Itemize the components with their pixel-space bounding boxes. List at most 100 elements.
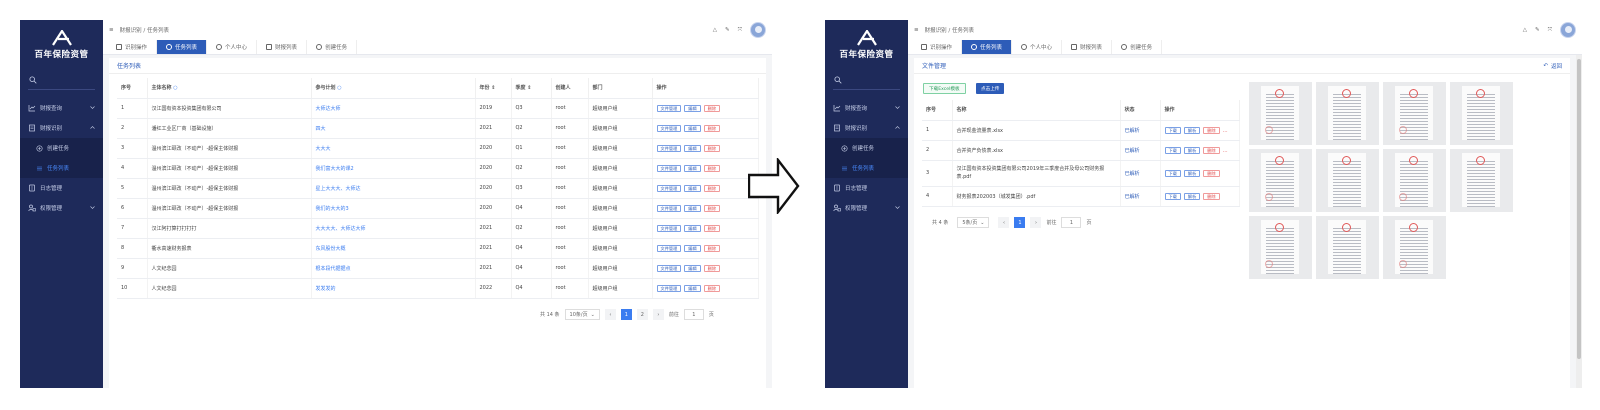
delete-button[interactable]: 删除	[703, 124, 721, 132]
delete-button[interactable]: 删除	[1203, 169, 1220, 177]
download-button[interactable]: 下载	[1164, 192, 1181, 200]
back-button[interactable]: ↶ 返回	[1543, 62, 1562, 70]
column-header-quarter[interactable]: 季度 ⇕	[511, 78, 552, 99]
tab-create-task[interactable]: 创建任务	[1112, 40, 1163, 54]
download-excel-template-button[interactable]: 下载Excel模板	[923, 83, 966, 94]
hamburger-icon[interactable]: ≡	[109, 27, 114, 33]
tab-report-list[interactable]: 财报列表	[1062, 40, 1113, 54]
avatar[interactable]	[1560, 22, 1576, 38]
sidebar-item-report-query[interactable]: 财报查询	[825, 98, 908, 118]
sidebar-item-log-management[interactable]: 日志管理	[20, 178, 103, 198]
table-cell[interactable]: 大师达大师	[311, 98, 476, 119]
search-icon[interactable]: ○	[173, 85, 177, 91]
file-management-button[interactable]: 文件管理	[656, 264, 682, 272]
logo[interactable]: 百年保险资管	[825, 20, 908, 70]
file-management-button[interactable]: 文件管理	[656, 224, 682, 232]
tab-personal-center[interactable]: 个人中心	[207, 40, 258, 54]
edit-button[interactable]: 编辑	[684, 164, 701, 172]
parse-button[interactable]: 解析	[1183, 169, 1201, 177]
file-management-button[interactable]: 文件管理	[656, 164, 682, 172]
sidebar-item-report-recognition[interactable]: 财报识别	[825, 118, 908, 138]
scrollbar[interactable]	[1576, 55, 1582, 388]
sidebar-item-log-management[interactable]: 日志管理	[825, 178, 908, 198]
sort-icon[interactable]: ⇕	[527, 85, 531, 91]
parse-button[interactable]: 解析	[1183, 126, 1201, 134]
file-management-button[interactable]: 文件管理	[656, 204, 682, 212]
hamburger-icon[interactable]: ≡	[914, 27, 919, 33]
delete-button[interactable]: 删除	[703, 164, 721, 172]
document-page-thumbnail[interactable]	[1249, 82, 1312, 145]
document-page-thumbnail[interactable]	[1316, 216, 1379, 279]
delete-button[interactable]: 删除	[703, 224, 721, 232]
parse-button[interactable]: 解析	[1183, 146, 1201, 154]
tab-create-task[interactable]: 创建任务	[307, 40, 358, 54]
sidebar-item-task-list[interactable]: 任务列表	[20, 158, 103, 178]
sidebar-item-permission-management[interactable]: 权限管理	[20, 198, 103, 218]
document-page-thumbnail[interactable]	[1249, 149, 1312, 212]
document-page-thumbnail[interactable]	[1316, 82, 1379, 145]
sidebar-item-task-list[interactable]: 任务列表	[825, 158, 908, 178]
column-header-year[interactable]: 年份 ⇕	[475, 78, 512, 99]
sidebar-item-report-query[interactable]: 财报查询	[20, 98, 103, 118]
download-button[interactable]: 下载	[1164, 169, 1181, 177]
edit-button[interactable]: 编辑	[684, 104, 701, 112]
fullscreen-icon[interactable]: ⤧	[738, 27, 742, 34]
page-button-2[interactable]: 2	[636, 309, 648, 320]
sidebar-item-create-task[interactable]: 创建任务	[20, 138, 103, 158]
delete-button[interactable]: 删除	[703, 284, 721, 292]
tab-task-list[interactable]: 任务列表	[962, 40, 1013, 54]
sidebar-item-report-recognition[interactable]: 财报识别	[20, 118, 103, 138]
sort-icon[interactable]: ⇕	[491, 85, 495, 91]
goto-page-input[interactable]: 1	[683, 309, 704, 320]
page-button-1[interactable]: 1	[620, 309, 632, 320]
download-button[interactable]: 下载	[1164, 126, 1181, 134]
prev-page-button[interactable]: ‹	[604, 309, 616, 320]
tab-recognition[interactable]: 识别操作	[912, 40, 963, 54]
next-page-button[interactable]: ›	[652, 309, 664, 320]
document-page-thumbnail[interactable]	[1383, 149, 1446, 212]
bell-icon[interactable]: △	[1523, 27, 1527, 33]
table-cell[interactable]: 我们富大大的课2	[311, 158, 476, 179]
file-management-button[interactable]: 文件管理	[656, 124, 682, 132]
delete-button[interactable]: 删除	[1203, 192, 1220, 200]
sidebar-search-input[interactable]	[28, 74, 95, 90]
upload-button[interactable]: 点击上传	[976, 83, 1005, 94]
edit-button[interactable]: 编辑	[684, 264, 701, 272]
file-management-button[interactable]: 文件管理	[656, 284, 682, 292]
bell-icon[interactable]: △	[713, 27, 717, 33]
tab-report-list[interactable]: 财报列表	[257, 40, 308, 54]
scrollbar-thumb[interactable]	[1577, 59, 1581, 359]
edit-button[interactable]: 编辑	[684, 224, 701, 232]
delete-button[interactable]: 删除	[703, 144, 721, 152]
delete-button[interactable]: 删除	[703, 244, 721, 252]
document-page-thumbnail[interactable]	[1450, 82, 1513, 145]
wrench-icon[interactable]: ✎	[1535, 27, 1540, 33]
document-page-thumbnail[interactable]	[1249, 216, 1312, 279]
sidebar-item-permission-management[interactable]: 权限管理	[825, 198, 908, 218]
tab-personal-center[interactable]: 个人中心	[1012, 40, 1063, 54]
table-cell[interactable]: 大大大	[311, 138, 476, 159]
goto-page-input[interactable]: 1	[1061, 217, 1082, 228]
table-cell[interactable]: 发发发的	[311, 278, 476, 299]
edit-button[interactable]: 编辑	[684, 144, 701, 152]
page-button-1[interactable]: 1	[1014, 217, 1026, 228]
edit-button[interactable]: 编辑	[684, 124, 701, 132]
page-size-select[interactable]: 5条/页 ⌄	[957, 217, 990, 228]
document-page-thumbnail[interactable]	[1383, 216, 1446, 279]
page-size-select[interactable]: 10条/页 ⌄	[564, 309, 600, 320]
sidebar-item-create-task[interactable]: 创建任务	[825, 138, 908, 158]
edit-button[interactable]: 编辑	[684, 184, 701, 192]
sidebar-search-input[interactable]	[833, 74, 900, 90]
edit-button[interactable]: 编辑	[684, 284, 701, 292]
document-page-thumbnail[interactable]	[1316, 149, 1379, 212]
prev-page-button[interactable]: ‹	[998, 217, 1010, 228]
document-page-thumbnail[interactable]	[1450, 149, 1513, 212]
delete-button[interactable]: 删除	[703, 184, 721, 192]
download-button[interactable]: 下载	[1164, 146, 1181, 154]
edit-button[interactable]: 编辑	[684, 244, 701, 252]
logo[interactable]: 百年保险资管	[20, 20, 103, 70]
table-cell[interactable]: 我们的大大的3	[311, 198, 476, 219]
table-cell[interactable]: 根本段代据据点	[311, 258, 476, 279]
wrench-icon[interactable]: ✎	[725, 27, 730, 33]
table-cell[interactable]: 大大大大、大师达大师	[311, 218, 476, 239]
